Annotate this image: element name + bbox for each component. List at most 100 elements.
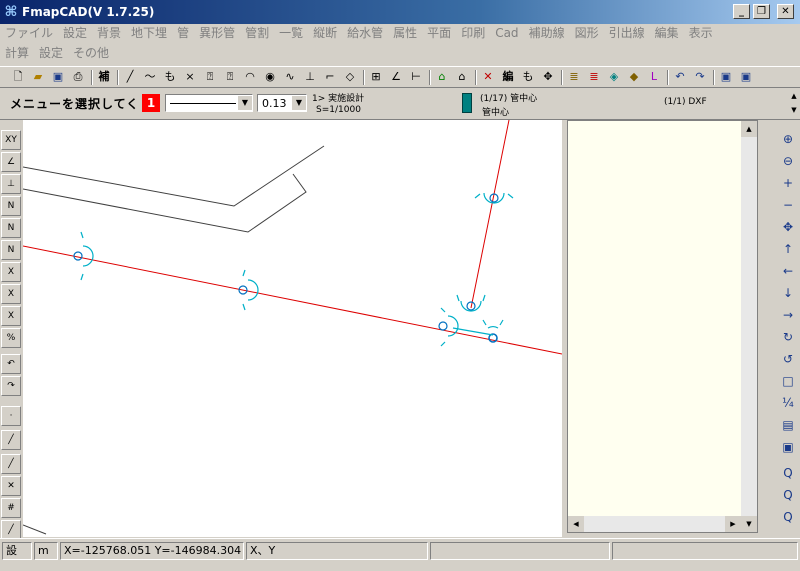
x-arrow-icon[interactable]: X (1, 262, 21, 282)
scroll-up-arrow[interactable]: ▲ (741, 121, 757, 137)
eye-icon[interactable]: ◉ (262, 69, 278, 85)
undo-icon[interactable]: ↶ (672, 69, 688, 85)
line-width-select[interactable]: 0.13 ▼ (257, 94, 307, 112)
l-shape-icon[interactable]: L (646, 69, 662, 85)
segment-icon[interactable]: ╱ (1, 430, 21, 450)
zoom-find2-icon[interactable]: Q (778, 486, 798, 504)
window-image-icon[interactable]: ▣ (738, 69, 754, 85)
pan-icon[interactable]: ✥ (778, 218, 798, 236)
panel-horizontal-scrollbar[interactable]: ◀ ▶ (568, 516, 741, 532)
new-file-icon[interactable]: 🗋 (10, 69, 26, 85)
circle-help-icon[interactable]: ⍰ (222, 69, 238, 85)
menu-item[interactable]: 管割 (240, 24, 274, 42)
arrow-up-icon[interactable]: ↑ (778, 240, 798, 258)
menu-item[interactable]: 引出線 (604, 24, 650, 42)
scroll-down-arrow[interactable]: ▼ (741, 516, 757, 532)
percent-icon[interactable]: % (1, 328, 21, 348)
help-line-icon[interactable]: ⌐ (322, 69, 338, 85)
scroll-up-arrow[interactable]: ▲ (788, 90, 800, 102)
move-arrows-icon[interactable]: ✥ (540, 69, 556, 85)
menu-item[interactable]: 設定 (34, 44, 68, 62)
menu-item[interactable]: 表示 (684, 24, 718, 42)
regen-icon[interactable]: ↺ (778, 350, 798, 368)
open-folder-icon[interactable]: ▰ (30, 69, 46, 85)
paint-icon[interactable]: ◈ (606, 69, 622, 85)
angle-line-icon[interactable]: ∠ (1, 152, 21, 172)
line-icon[interactable]: ╱ (122, 69, 138, 85)
grid-dim-icon[interactable]: ⊞ (368, 69, 384, 85)
window-icon[interactable]: ▣ (718, 69, 734, 85)
menu-item[interactable]: 縦断 (308, 24, 342, 42)
house-green-icon[interactable]: ⌂ (434, 69, 450, 85)
perpendicular-icon[interactable]: ⊥ (302, 69, 318, 85)
picture-icon[interactable]: ▣ (778, 438, 798, 456)
diagonal-icon[interactable]: ╱ (1, 520, 21, 540)
menu-item[interactable]: 平面 (422, 24, 456, 42)
chevron-down-icon[interactable]: ▼ (238, 96, 252, 110)
node-icon[interactable]: ╱ (1, 454, 21, 474)
menu-item[interactable]: 管 (172, 24, 194, 42)
x-arrow3-icon[interactable]: X (1, 306, 21, 326)
maximize-button[interactable]: ❐ (753, 4, 770, 19)
frame-icon[interactable]: □ (778, 372, 798, 390)
redo-icon[interactable]: ↷ (692, 69, 708, 85)
cross-tool-icon[interactable]: ✕ (1, 476, 21, 496)
zoom-window-icon[interactable]: ⊕ (778, 130, 798, 148)
menu-item[interactable]: 計算 (0, 44, 34, 62)
n-arrow3-icon[interactable]: N (1, 240, 21, 260)
close-button[interactable]: ✕ (777, 4, 794, 19)
scroll-down-arrow[interactable]: ▼ (788, 104, 800, 116)
stack-icon[interactable]: ≣ (586, 69, 602, 85)
menu-item[interactable]: 編集 (650, 24, 684, 42)
zoom-in-icon[interactable]: + (778, 174, 798, 192)
save-icon[interactable]: ▣ (50, 69, 66, 85)
n-arrow2-icon[interactable]: N (1, 218, 21, 238)
curve-icon[interactable]: ∿ (282, 69, 298, 85)
menu-item[interactable]: 給水管 (342, 24, 388, 42)
undo-tool-icon[interactable]: ↶ (1, 354, 21, 374)
zoom-out-icon[interactable]: − (778, 196, 798, 214)
redo-tool-icon[interactable]: ↷ (1, 376, 21, 396)
layer-list-panel[interactable]: ▲ ▼ ◀ ▶ (567, 120, 758, 533)
layers-icon[interactable]: ≣ (566, 69, 582, 85)
mode-indicator[interactable]: 設 (2, 542, 32, 560)
hokan-button[interactable]: 補 (96, 69, 112, 85)
edit-button[interactable]: 編 (500, 69, 516, 85)
sheet-icon[interactable]: ▤ (778, 416, 798, 434)
x-arrow2-icon[interactable]: X (1, 284, 21, 304)
point-icon[interactable]: · (1, 406, 21, 426)
menu-item[interactable]: 異形管 (194, 24, 240, 42)
cross-icon[interactable]: × (182, 69, 198, 85)
drawing-canvas[interactable] (22, 119, 563, 537)
menu-item[interactable]: その他 (68, 44, 114, 62)
line-type-select[interactable]: ▼ (165, 94, 253, 112)
menu-item[interactable]: 設定 (58, 24, 92, 42)
menu-item[interactable]: 属性 (388, 24, 422, 42)
redraw-icon[interactable]: ↻ (778, 328, 798, 346)
scroll-left-arrow[interactable]: ◀ (568, 516, 584, 532)
house-person-icon[interactable]: ⌂ (454, 69, 470, 85)
polyline-icon[interactable]: 〜 (142, 69, 158, 85)
text-mo-icon[interactable]: も (162, 69, 178, 85)
t-offset-icon[interactable]: ⊥ (1, 174, 21, 194)
color-index-button[interactable]: 1 (142, 94, 160, 112)
menu-item[interactable]: 印刷 (456, 24, 490, 42)
menu-item[interactable]: 一覧 (274, 24, 308, 42)
zoom-all-icon[interactable]: ⊖ (778, 152, 798, 170)
cad-app-icon[interactable]: ⌘ (3, 4, 19, 20)
print-icon[interactable]: ⎙ (70, 69, 86, 85)
arrow-right-icon[interactable]: → (778, 306, 798, 324)
measure-icon[interactable]: ⊢ (408, 69, 424, 85)
rect-help-icon[interactable]: ⍰ (202, 69, 218, 85)
mo-help-icon[interactable]: も (520, 69, 536, 85)
menu-item[interactable]: 地下埋 (126, 24, 172, 42)
menu-item[interactable]: 図形 (570, 24, 604, 42)
menu-item[interactable]: 補助線 (524, 24, 570, 42)
menu-item[interactable]: 背景 (92, 24, 126, 42)
arc-help-icon[interactable]: ◠ (242, 69, 258, 85)
panel-vertical-scrollbar[interactable]: ▲ ▼ (741, 121, 757, 532)
menu-item[interactable]: Cad (490, 24, 523, 42)
zoom-find-icon[interactable]: Q (778, 464, 798, 482)
arrow-down-icon[interactable]: ↓ (778, 284, 798, 302)
palette-icon[interactable]: ◆ (626, 69, 642, 85)
